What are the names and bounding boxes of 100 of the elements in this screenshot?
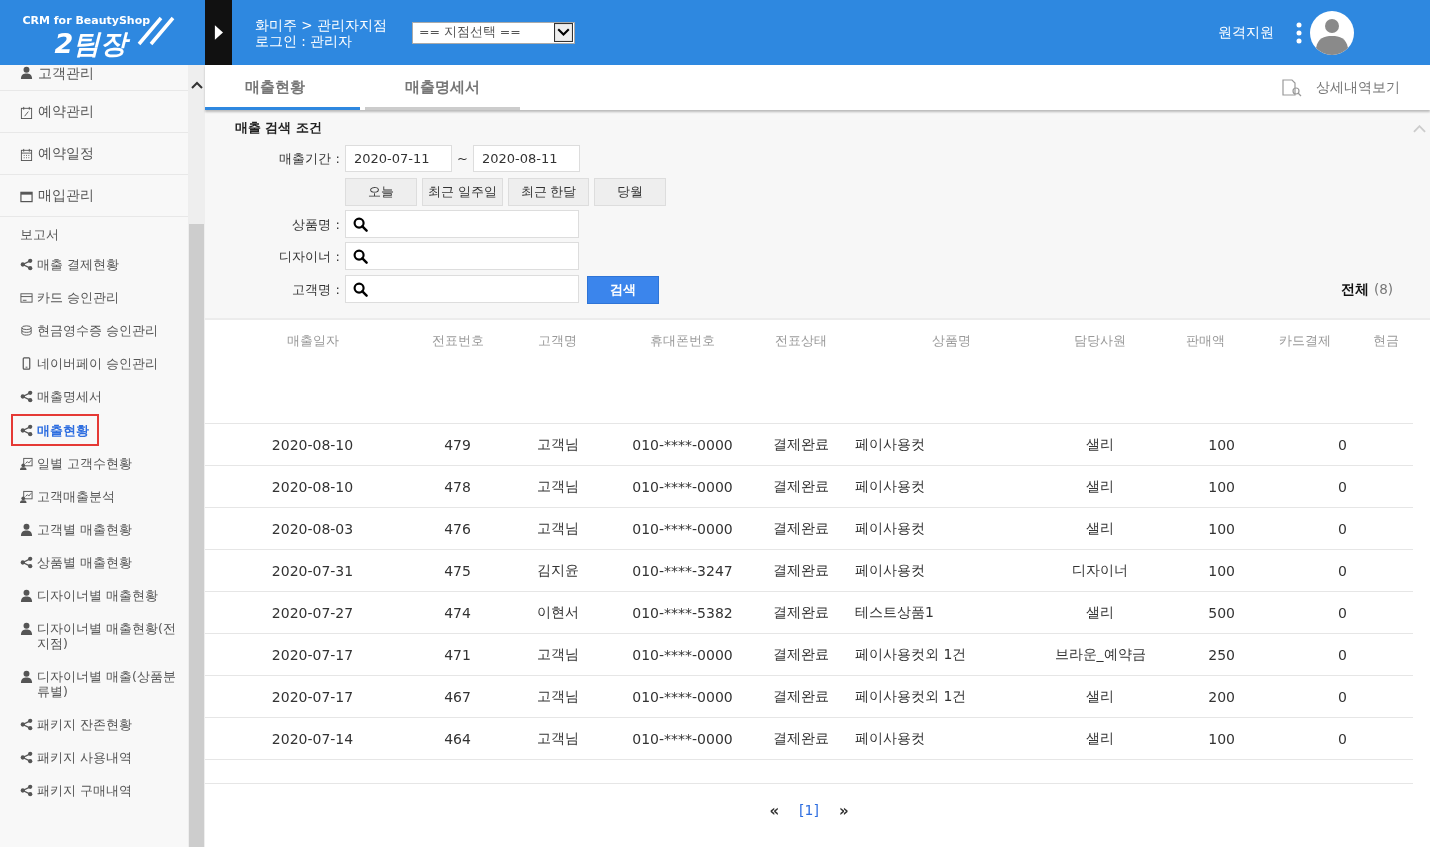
sidebar-item[interactable]: 매출 결제현황	[0, 248, 188, 281]
quick-range-button[interactable]: 오늘	[345, 178, 417, 206]
sidebar-item[interactable]: 패키지 구매내역	[0, 774, 188, 807]
chart-person-icon	[20, 490, 33, 503]
table-cell-text: 결제완료	[772, 519, 830, 538]
table-cell-text: 100	[1207, 562, 1236, 579]
person-icon	[20, 622, 33, 635]
remote-support-link[interactable]: 원격지원	[1218, 23, 1274, 42]
table-cell-text: 샐리	[1085, 729, 1115, 748]
person-icon	[20, 66, 33, 79]
search-icon	[353, 281, 368, 297]
search-field[interactable]	[345, 242, 579, 270]
range-separator: ~	[457, 151, 468, 166]
sidebar-item[interactable]: 현금영수증 승인관리	[0, 314, 188, 347]
search-icon	[353, 216, 368, 232]
field-label: 상품명 :	[291, 216, 341, 234]
table-cell-text: 0	[1337, 436, 1348, 453]
table-cell-text: 2020-07-27	[270, 604, 355, 621]
branch-select[interactable]: == 지점선택 ==	[411, 21, 575, 44]
column-header: 전표번호	[430, 332, 485, 350]
avatar-icon[interactable]	[1310, 10, 1354, 55]
sidebar-item[interactable]: 디자이너별 매출(상품분류별)	[0, 660, 188, 708]
sidebar-item[interactable]: 일별 고객수현황	[0, 447, 188, 480]
table-cell-text: 010-****-0000	[631, 646, 734, 663]
search-field[interactable]	[345, 275, 579, 303]
quick-range-button[interactable]: 최근 한달	[508, 178, 589, 206]
section-heading: 보고서	[19, 226, 60, 244]
table-cell-text: 474	[443, 604, 472, 621]
sidebar-toggle-button[interactable]	[205, 0, 232, 65]
scroll-up-icon[interactable]	[190, 81, 203, 89]
total-count: (8)	[1373, 281, 1393, 297]
table-cell-text: 이현서	[535, 603, 580, 622]
quick-range-button[interactable]: 최근 일주일	[422, 178, 503, 206]
scrollbar-thumb[interactable]	[189, 224, 204, 847]
panel-title: 매출 검색 조건	[235, 120, 322, 137]
column-header: 매출일자	[285, 332, 340, 350]
table-cell-text: 결제완료	[772, 477, 830, 496]
column-header: 담당사원	[1073, 332, 1127, 350]
table-cell-text: 브라운_예약금	[1053, 645, 1147, 664]
table-cell-text: 고객님	[535, 687, 580, 706]
sidebar-item[interactable]: 패키지 사용내역	[0, 741, 188, 774]
share-icon	[20, 784, 33, 797]
table-cell-text: 467	[443, 688, 472, 705]
detail-view-link[interactable]: 상세내역보기	[1282, 65, 1400, 110]
page-link[interactable]: [1]	[799, 802, 819, 820]
share-icon	[20, 390, 33, 403]
table-cell-text: 결제완료	[772, 687, 830, 706]
sidebar-item[interactable]: 고객관리	[0, 65, 188, 91]
quick-range-button[interactable]: 당월	[594, 178, 666, 206]
table-cell-text: 010-****-0000	[631, 520, 734, 537]
date-field[interactable]: 2020-08-11	[472, 145, 580, 172]
logo[interactable]: CRM for BeautyShop 2팀장	[22, 7, 183, 58]
table-cell-text: 2020-08-10	[270, 436, 355, 453]
share-icon	[20, 258, 33, 271]
scrollbar[interactable]	[188, 65, 205, 847]
table-cell-text: 결제완료	[772, 645, 830, 664]
share-icon	[20, 556, 33, 569]
field-label: 매출기간 :	[278, 149, 341, 168]
table-cell-text: 464	[443, 730, 472, 747]
column-header: 카드결제	[1278, 332, 1332, 350]
next-page-link[interactable]: »	[838, 802, 849, 820]
column-header: 휴대폰번호	[649, 332, 716, 350]
sidebar-item[interactable]: 디자이너별 매출현황(전지점)	[0, 612, 188, 660]
table-cell-text: 2020-07-17	[270, 688, 355, 705]
table-cell-text: 2020-07-14	[270, 730, 355, 747]
sidebar-item[interactable]: 네이버페이 승인관리	[0, 347, 188, 380]
previous-page-link[interactable]: «	[769, 802, 780, 820]
table-cell-text: 디자이너	[1071, 561, 1129, 580]
calendar-icon	[20, 147, 33, 161]
search-field[interactable]	[345, 210, 579, 238]
table-cell-text: 010-****-3247	[631, 562, 734, 579]
more-icon[interactable]	[1296, 21, 1302, 44]
table-cell-text: 2020-08-10	[270, 478, 355, 495]
login-info: 로그인 : 관리자	[255, 32, 353, 49]
table-cell-text: 결제완료	[772, 729, 830, 748]
breadcrumb: 화미주 > 관리자지점	[255, 16, 387, 33]
coins-icon	[20, 324, 33, 337]
table-cell-text: 샐리	[1085, 477, 1115, 496]
table-cell-text: 250	[1207, 646, 1236, 663]
field-label: 고객명 :	[291, 281, 341, 299]
search-button[interactable]: 검색	[587, 276, 659, 304]
sidebar-item[interactable]: 패키지 잔존현황	[0, 708, 188, 741]
collapse-icon	[1413, 125, 1426, 133]
triangle-icon	[214, 25, 223, 40]
sidebar-item[interactable]: 매출명세서	[0, 380, 188, 413]
sidebar-item[interactable]: 카드 승인관리	[0, 281, 188, 314]
table-cell-text: 500	[1207, 604, 1236, 621]
sidebar-item[interactable]: 고객매출분석	[0, 480, 188, 513]
table-cell-text: 471	[443, 646, 472, 663]
sidebar-item[interactable]: 상품별 매출현황	[0, 546, 188, 579]
person-icon	[20, 523, 33, 536]
column-header: 전표상태	[774, 332, 828, 350]
table-cell-text: 페이사용컷	[855, 435, 926, 454]
total-label: 전체	[1340, 281, 1369, 299]
sidebar-item[interactable]: 고객별 매출현황	[0, 513, 188, 546]
sidebar-item[interactable]: 매출현황	[10, 413, 100, 447]
sidebar-item[interactable]: 디자이너별 매출현황	[0, 579, 188, 612]
date-field[interactable]: 2020-07-11	[345, 145, 452, 172]
table-cell-text: 결제완료	[772, 435, 830, 454]
search-icon	[353, 248, 368, 264]
